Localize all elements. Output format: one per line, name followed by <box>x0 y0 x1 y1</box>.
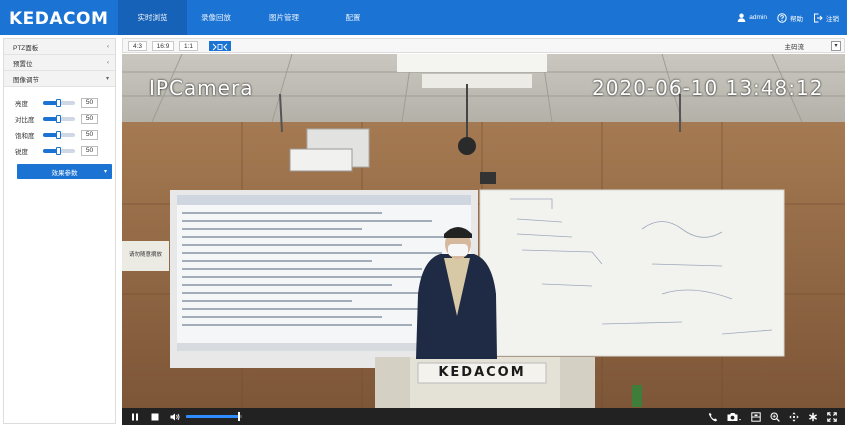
stop-icon <box>151 413 159 420</box>
fullscreen-button[interactable] <box>827 411 837 422</box>
brightness-row: 亮度 50 <box>4 95 115 111</box>
stop-button[interactable] <box>148 413 162 421</box>
osd-camera-name: IPCamera <box>149 76 254 100</box>
brightness-value[interactable]: 50 <box>81 98 98 108</box>
preset-header[interactable]: 预置位 ‹ <box>4 55 115 71</box>
fullscreen-icon <box>827 411 837 422</box>
help-label: 帮助 <box>790 15 803 23</box>
zoom-button[interactable] <box>770 411 780 422</box>
main-nav: 实时浏览 录像回放 图片管理 配置 <box>118 0 383 35</box>
saturation-slider[interactable] <box>43 131 75 139</box>
live-video-view[interactable]: IPCamera 2020-06-10 13:48:12 KEDACOM 请勿随… <box>122 54 845 408</box>
slider-handle[interactable] <box>56 147 61 155</box>
top-nav-bar: KEDACOM 实时浏览 录像回放 图片管理 配置 admin 帮助 注销 <box>0 0 847 35</box>
logout-label: 注销 <box>826 15 839 23</box>
ptz-panel-header[interactable]: PTZ面板 ‹ <box>4 39 115 55</box>
left-control-panel: PTZ面板 ‹ 预置位 ‹ 图像调节 ▾ 亮度 50 对比度 50 饱和度 50… <box>3 38 116 424</box>
ratio-4-3-button[interactable]: 4:3 <box>128 41 147 51</box>
chevron-down-icon: ▾ <box>831 41 841 51</box>
ptz-panel-label: PTZ面板 <box>13 44 39 52</box>
volume-level-fill <box>186 415 240 418</box>
ptz-direction-button[interactable] <box>789 411 799 422</box>
chevron-left-icon: ‹ <box>107 43 109 50</box>
podium-logo-text: KEDACOM <box>438 365 526 380</box>
snapshot-button[interactable] <box>727 412 742 422</box>
user-menu[interactable]: admin <box>737 13 767 22</box>
image-adjust-label: 图像调节 <box>13 76 39 84</box>
brightness-label: 亮度 <box>15 101 28 108</box>
contrast-slider[interactable] <box>43 115 75 123</box>
record-icon <box>751 411 761 422</box>
stream-select-value: 主码流 <box>784 44 805 51</box>
sharpness-row: 锐度 50 <box>4 143 115 159</box>
kedacom-logo: KEDACOM <box>9 9 109 29</box>
video-frame <box>122 54 845 408</box>
asterisk-icon <box>809 412 817 421</box>
pause-button[interactable] <box>128 413 142 421</box>
fit-window-button[interactable] <box>209 41 231 51</box>
contrast-value[interactable]: 50 <box>81 114 98 124</box>
brightness-slider[interactable] <box>43 99 75 107</box>
phone-icon <box>708 412 718 421</box>
record-button[interactable] <box>751 411 761 422</box>
sharpness-label: 锐度 <box>15 149 28 156</box>
image-adjust-header[interactable]: 图像调节 ▾ <box>4 71 115 87</box>
volume-icon <box>170 413 180 420</box>
osd-timestamp: 2020-06-10 13:48:12 <box>592 76 824 100</box>
stream-select[interactable]: 主码流 ▾ <box>784 41 841 51</box>
help-icon <box>777 12 787 23</box>
tab-live-view[interactable]: 实时浏览 <box>118 0 187 35</box>
tab-playback[interactable]: 录像回放 <box>187 0 245 35</box>
chevron-down-icon: ▾ <box>105 76 109 82</box>
move-arrows-icon <box>789 411 799 422</box>
slider-handle[interactable] <box>56 99 61 107</box>
volume-slider[interactable] <box>186 412 242 421</box>
wall-poster-text: 请勿随意摘放 <box>128 252 162 258</box>
preset-label: 预置位 <box>13 60 33 68</box>
video-toolbar: 4:3 16:9 1:1 主码流 ▾ <box>122 38 845 53</box>
contrast-label: 对比度 <box>15 117 35 124</box>
user-icon <box>738 13 746 22</box>
volume-handle[interactable] <box>238 412 241 421</box>
chevron-down-icon: ▾ <box>103 169 107 175</box>
logout-button[interactable]: 注销 <box>813 13 839 23</box>
effect-params-button[interactable]: 效果参数 ▾ <box>17 164 112 179</box>
sharpness-value[interactable]: 50 <box>81 146 98 156</box>
username: admin <box>749 14 767 21</box>
settings-button[interactable] <box>808 412 818 422</box>
effect-params-label: 效果参数 <box>51 169 78 177</box>
camera-icon <box>727 412 741 421</box>
player-tools <box>708 408 837 425</box>
logout-icon <box>814 13 823 22</box>
sharpness-slider[interactable] <box>43 147 75 155</box>
saturation-row: 饱和度 50 <box>4 127 115 143</box>
user-area: admin 帮助 注销 <box>737 0 839 35</box>
ratio-1-1-button[interactable]: 1:1 <box>179 41 198 51</box>
intercom-button[interactable] <box>708 412 718 422</box>
tab-picture-management[interactable]: 图片管理 <box>245 0 323 35</box>
slider-handle[interactable] <box>56 131 61 139</box>
fit-window-icon <box>212 43 228 50</box>
zoom-icon <box>770 411 780 422</box>
saturation-label: 饱和度 <box>15 133 35 140</box>
help-button[interactable]: 帮助 <box>777 12 803 23</box>
contrast-row: 对比度 50 <box>4 111 115 127</box>
tab-config[interactable]: 配置 <box>323 0 383 35</box>
slider-handle[interactable] <box>56 115 61 123</box>
volume-button[interactable] <box>168 413 182 421</box>
chevron-left-icon: ‹ <box>107 59 109 66</box>
saturation-value[interactable]: 50 <box>81 130 98 140</box>
ratio-16-9-button[interactable]: 16:9 <box>152 41 174 51</box>
player-control-bar <box>122 408 845 425</box>
pause-icon <box>132 413 138 420</box>
